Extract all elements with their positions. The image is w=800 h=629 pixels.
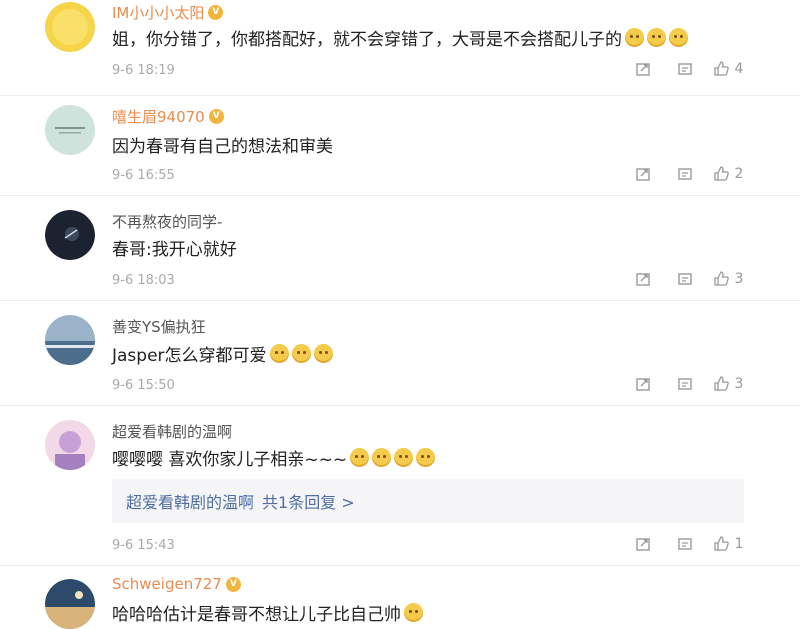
thumbs-up-icon xyxy=(713,271,729,286)
username[interactable]: 善变YS偏执狂 xyxy=(112,316,206,337)
comment-icon[interactable] xyxy=(662,376,708,392)
share-icon[interactable] xyxy=(624,61,662,77)
share-icon[interactable] xyxy=(624,376,662,392)
vip-badge-icon: V xyxy=(225,576,241,592)
like-button[interactable]: 2 xyxy=(708,165,748,182)
thumbs-up-icon xyxy=(713,166,729,181)
emoji-icon xyxy=(404,603,423,622)
comment-item: 善变YS偏执狂 Jasper怎么穿都可爱 9-6 15:50 3 xyxy=(0,300,800,406)
share-icon[interactable] xyxy=(624,166,662,182)
comment-item: IM小小小太阳 V 姐，你分错了，你都搭配好，就不会穿错了，大哥是不会搭配儿子的… xyxy=(0,0,800,96)
comment-item: 嘻生眉94070 V 因为春哥有自己的想法和审美 9-6 16:55 2 xyxy=(0,95,800,196)
emoji-icon xyxy=(394,448,414,467)
username[interactable]: IM小小小太阳 xyxy=(112,2,204,23)
like-count: 1 xyxy=(734,535,744,552)
username[interactable]: 嘻生眉94070 xyxy=(112,106,205,127)
comment-item: Schweigen727 V 哈哈哈估计是春哥不想让儿子比自己帅 xyxy=(0,565,800,629)
avatar[interactable] xyxy=(45,210,95,260)
comment-time: 9-6 18:19 xyxy=(112,63,175,78)
reply-preview[interactable]: 超爱看韩剧的温啊 共1条回复 > xyxy=(112,479,744,523)
emoji-icon xyxy=(313,344,333,363)
emoji-icon xyxy=(647,28,666,47)
comment-icon[interactable] xyxy=(662,271,708,287)
comment-text: 哈哈哈估计是春哥不想让儿子比自己帅 xyxy=(112,605,401,625)
comment-icon[interactable] xyxy=(662,61,708,77)
avatar[interactable] xyxy=(45,579,95,629)
comment-icon[interactable] xyxy=(662,166,708,182)
like-count: 4 xyxy=(734,60,744,77)
like-button[interactable]: 4 xyxy=(708,60,748,77)
username[interactable]: 超爱看韩剧的温啊 xyxy=(112,421,232,442)
share-icon[interactable] xyxy=(624,271,662,287)
emoji-icon xyxy=(372,448,392,467)
avatar[interactable] xyxy=(45,2,95,52)
comment-list: IM小小小太阳 V 姐，你分错了，你都搭配好，就不会穿错了，大哥是不会搭配儿子的… xyxy=(0,0,800,629)
emoji-icon xyxy=(350,448,370,467)
like-button[interactable]: 1 xyxy=(708,535,748,552)
like-count: 3 xyxy=(734,270,744,287)
emoji-icon xyxy=(416,448,436,467)
emoji-icon xyxy=(291,344,311,363)
emoji-icon xyxy=(669,28,688,47)
thumbs-up-icon xyxy=(713,376,729,391)
share-icon[interactable] xyxy=(624,536,662,552)
like-button[interactable]: 3 xyxy=(708,270,748,287)
emoji-icon xyxy=(625,28,644,47)
avatar[interactable] xyxy=(45,105,95,155)
like-button[interactable]: 3 xyxy=(708,375,748,392)
comment-icon[interactable] xyxy=(662,536,708,552)
username[interactable]: Schweigen727 xyxy=(112,575,222,593)
comment-time: 9-6 18:03 xyxy=(112,273,175,288)
thumbs-up-icon xyxy=(713,536,729,551)
reply-author: 超爱看韩剧的温啊 xyxy=(126,493,255,512)
comment-item: 不再熬夜的同学- 春哥:我开心就好 9-6 18:03 3 xyxy=(0,195,800,301)
comment-time: 9-6 15:43 xyxy=(112,538,175,553)
comment-text: 因为春哥有自己的想法和审美 xyxy=(112,137,333,157)
like-count: 3 xyxy=(734,375,744,392)
avatar[interactable] xyxy=(45,420,95,470)
thumbs-up-icon xyxy=(713,61,729,76)
like-count: 2 xyxy=(734,165,744,182)
emoji-icon xyxy=(269,344,289,363)
vip-badge-icon: V xyxy=(208,109,224,124)
avatar[interactable] xyxy=(45,315,95,365)
comment-text: 姐，你分错了，你都搭配好，就不会穿错了，大哥是不会搭配儿子的 xyxy=(112,30,622,50)
vip-badge-icon: V xyxy=(208,5,224,20)
username[interactable]: 不再熬夜的同学- xyxy=(112,211,222,232)
reply-count-link[interactable]: 共1条回复 > xyxy=(262,489,355,513)
comment-time: 9-6 15:50 xyxy=(112,378,175,393)
comment-item: 超爱看韩剧的温啊 嘤嘤嘤 喜欢你家儿子相亲~~~ 超爱看韩剧的温啊 共1条回复 … xyxy=(0,405,800,566)
comment-text: 嘤嘤嘤 喜欢你家儿子相亲~~~ xyxy=(112,450,348,470)
comment-text: Jasper怎么穿都可爱 xyxy=(112,346,267,366)
comment-text: 春哥:我开心就好 xyxy=(112,240,237,260)
comment-time: 9-6 16:55 xyxy=(112,168,175,183)
